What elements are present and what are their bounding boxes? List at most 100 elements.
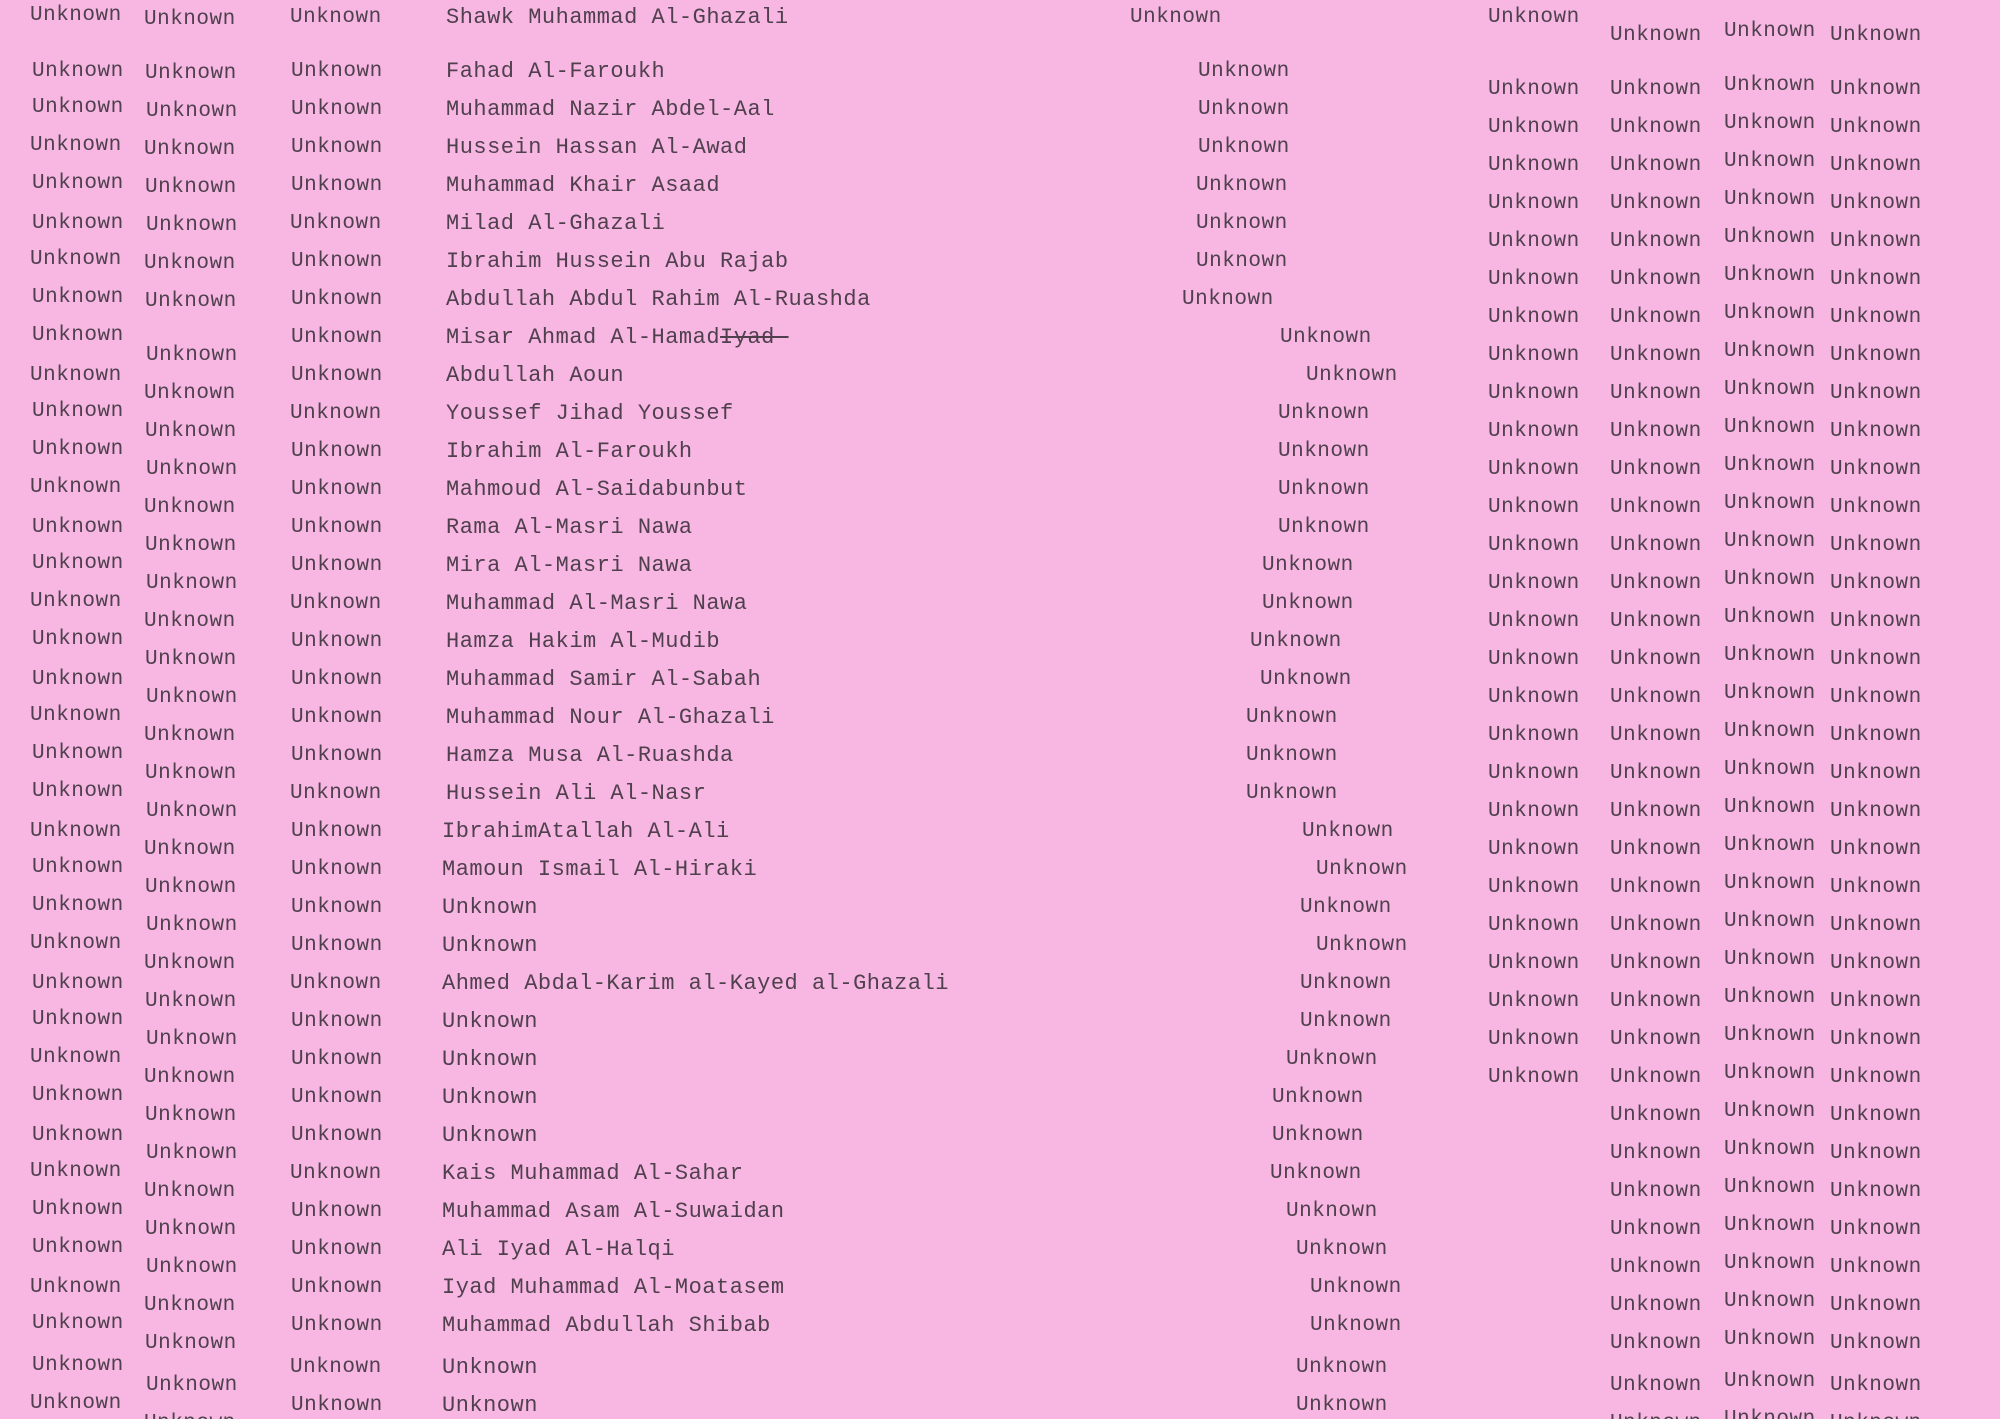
col1-cell: Unknown [32,1084,124,1107]
col9-cell: Unknown [1830,1104,1922,1127]
col5-cell: Unknown [1278,402,1370,425]
col1-cell: Unknown [30,704,122,727]
col3-cell: Unknown [291,1086,383,1109]
col9-cell: Unknown [1830,154,1922,177]
col8-cell: Unknown [1724,1024,1816,1047]
col7-cell: Unknown [1610,762,1702,785]
col8-cell: Unknown [1724,302,1816,325]
col8-cell: Unknown [1724,1408,1816,1419]
col7-cell: Unknown [1610,572,1702,595]
col1-cell: Unknown [32,628,124,651]
col1-cell: Unknown [30,134,122,157]
col9-cell: Unknown [1830,572,1922,595]
col2-cell: Unknown [144,1066,236,1089]
col9-cell: Unknown [1830,306,1922,329]
col7-cell: Unknown [1610,1374,1702,1397]
col8-cell: Unknown [1724,454,1816,477]
col6-cell: Unknown [1488,192,1580,215]
col1-cell: Unknown [32,212,124,235]
col7-cell: Unknown [1610,914,1702,937]
col6-cell: Unknown [1488,154,1580,177]
col7-cell: Unknown [1610,78,1702,101]
col6-cell: Unknown [1488,724,1580,747]
col2-cell: Unknown [145,990,237,1013]
col7-cell: Unknown [1610,1294,1702,1317]
col3-cell: Unknown [291,440,383,463]
col8-cell: Unknown [1724,416,1816,439]
col8-cell: Unknown [1724,1252,1816,1275]
col6-cell: Unknown [1488,648,1580,671]
col5-cell: Unknown [1278,516,1370,539]
name-cell: Hamza Hakim Al-Mudib [446,629,721,654]
name-cell: Unknown [442,933,538,958]
col7-cell: Unknown [1610,24,1702,47]
col3-cell: Unknown [291,98,383,121]
col1-cell: Unknown [30,248,122,271]
col3-cell: Unknown [290,592,382,615]
col2-cell: Unknown [146,344,238,367]
col5-cell: Unknown [1262,592,1354,615]
col6-cell: Unknown [1488,78,1580,101]
name-cell: Ibrahim Hussein Abu Rajab [446,249,789,274]
col9-cell: Unknown [1830,800,1922,823]
col7-cell: Unknown [1610,1256,1702,1279]
col9-cell: Unknown [1830,1332,1922,1355]
col9-cell: Unknown [1830,1412,1922,1419]
col9-cell: Unknown [1830,382,1922,405]
col6-cell: Unknown [1488,762,1580,785]
col1-cell: Unknown [30,1160,122,1183]
col3-cell: Unknown [290,6,382,29]
name-cell: Hamza Musa Al-Ruashda [446,743,734,768]
col2-cell: Unknown [146,800,238,823]
col2-cell: Unknown [146,686,238,709]
name-cell: Misar Ahmad Al-HamadIyad- [446,325,789,350]
col9-cell: Unknown [1830,762,1922,785]
col2-cell: Unknown [145,876,237,899]
col6-cell: Unknown [1488,458,1580,481]
col2-cell: Unknown [145,648,237,671]
col1-cell: Unknown [32,400,124,423]
col6-cell: Unknown [1488,382,1580,405]
col3-cell: Unknown [291,174,383,197]
col2-cell: Unknown [146,458,238,481]
col2-cell: Unknown [144,610,236,633]
name-cell: Abdullah Abdul Rahim Al-Ruashda [446,287,871,312]
col3-cell: Unknown [291,1394,383,1417]
name-cell: Unknown [442,1355,538,1380]
col8-cell: Unknown [1724,378,1816,401]
col5-cell: Unknown [1196,250,1288,273]
col3-cell: Unknown [291,326,383,349]
col9-cell: Unknown [1830,838,1922,861]
col5-cell: Unknown [1300,1010,1392,1033]
col8-cell: Unknown [1724,606,1816,629]
col8-cell: Unknown [1724,1328,1816,1351]
col3-cell: Unknown [291,1124,383,1147]
col7-cell: Unknown [1610,1412,1702,1419]
col7-cell: Unknown [1610,116,1702,139]
col1-cell: Unknown [30,1276,122,1299]
col2-cell: Unknown [146,1028,238,1051]
col9-cell: Unknown [1830,990,1922,1013]
col3-cell: Unknown [290,972,382,995]
col2-cell: Unknown [146,214,238,237]
col1-cell: Unknown [32,1354,124,1377]
col3-cell: Unknown [291,288,383,311]
col5-cell: Unknown [1310,1314,1402,1337]
col7-cell: Unknown [1610,1028,1702,1051]
col1-cell: Unknown [30,1046,122,1069]
col5-cell: Unknown [1278,478,1370,501]
col1-cell: Unknown [30,1392,122,1415]
col7-cell: Unknown [1610,192,1702,215]
col8-cell: Unknown [1724,1062,1816,1085]
col7-cell: Unknown [1610,458,1702,481]
col8-cell: Unknown [1724,1176,1816,1199]
col5-cell: Unknown [1262,554,1354,577]
name-cell: Mahmoud Al-Saidabunbut [446,477,748,502]
col2-cell: Unknown [145,762,237,785]
col2-cell: Unknown [145,1104,237,1127]
col2-cell: Unknown [145,176,237,199]
col3-cell: Unknown [291,896,383,919]
col1-cell: Unknown [32,1236,124,1259]
col8-cell: Unknown [1724,264,1816,287]
col8-cell: Unknown [1724,1138,1816,1161]
